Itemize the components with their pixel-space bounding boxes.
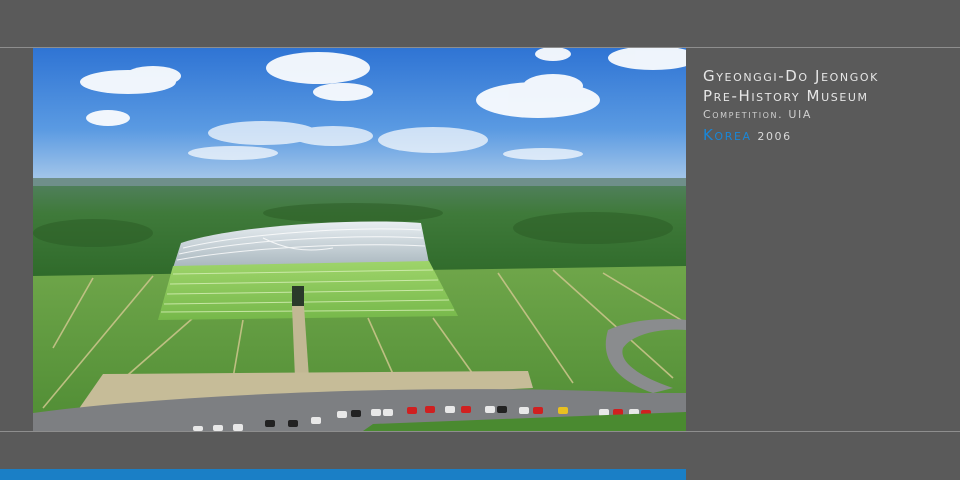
project-year: 2006 xyxy=(757,130,792,143)
project-title-line-2: Pre-History Museum xyxy=(703,87,869,105)
project-caption: Gyeonggi-Do Jeongok Pre-History Museum C… xyxy=(703,66,953,147)
project-subtitle: Competition. UIA xyxy=(703,108,812,121)
project-location-year: Korea 2006 xyxy=(703,125,953,147)
museum-aerial-rendering xyxy=(33,48,686,431)
project-title-line-1: Gyeonggi-Do Jeongok xyxy=(703,67,879,85)
project-country: Korea xyxy=(703,126,752,144)
bottom-divider-line xyxy=(0,431,960,432)
accent-bar xyxy=(0,469,686,480)
